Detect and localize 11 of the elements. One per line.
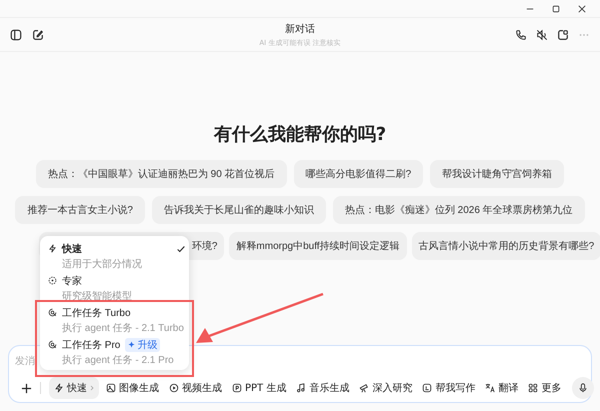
mode-title: 工作任务 Turbo [62, 306, 131, 320]
mode-title: 专家 [62, 274, 82, 288]
upgrade-badge: 升级 [125, 338, 160, 352]
mode-subtitle: 执行 agent 任务 - 2.1 Turbo [62, 322, 185, 335]
mode-subtitle: 适用于大部分情况 [62, 258, 143, 271]
greeting-heading: 有什么我能帮你的吗? [214, 123, 386, 146]
mode-subtitle: 研究级智能模型 [62, 290, 133, 303]
window-title: 新对话 [284, 22, 316, 36]
mode-title: 快速 [62, 242, 82, 256]
message-placeholder: 发消 [15, 354, 35, 368]
mode-subtitle: 执行 agent 任务 - 2.1 Pro [62, 354, 175, 367]
